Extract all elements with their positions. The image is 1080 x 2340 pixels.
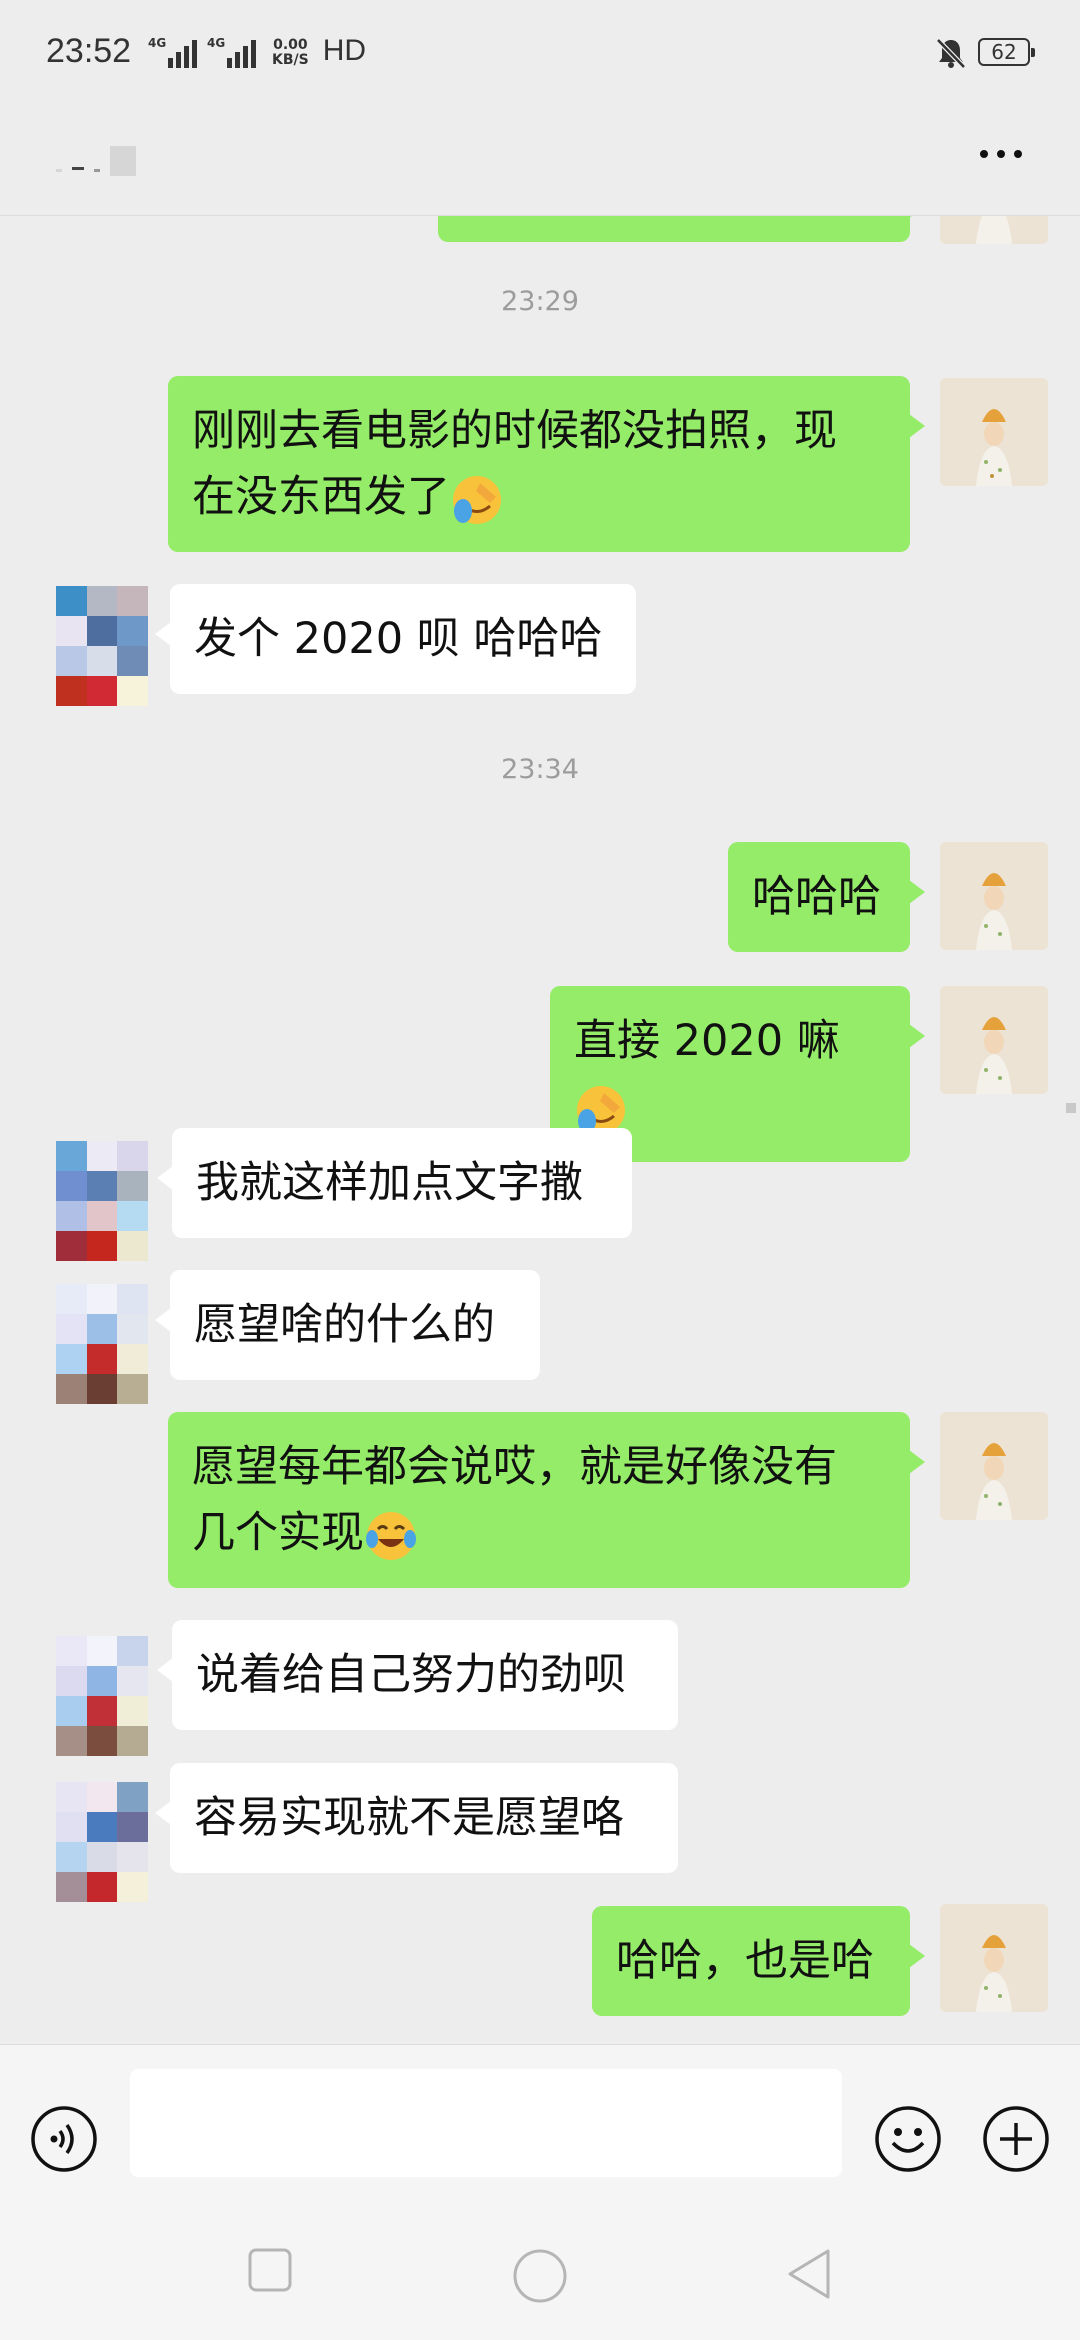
my-message-bubble[interactable]: 哈哈，也是哈 (592, 1906, 925, 2016)
plus-icon[interactable] (982, 2105, 1050, 2173)
voice-icon[interactable] (30, 2105, 98, 2173)
my-avatar[interactable] (940, 842, 1048, 950)
more-options-button[interactable] (980, 150, 1022, 158)
contact-avatar[interactable] (56, 1782, 148, 1902)
chat-title-bar (0, 110, 1080, 216)
message-text: 哈哈哈 (752, 872, 881, 922)
network-indicators: 4G 4G 0.00 KB/S HD (148, 34, 366, 68)
signal-sim2-icon: 4G (207, 36, 256, 68)
net-speed: 0.00 KB/S (272, 37, 309, 68)
contact-message-bubble[interactable]: 说着给自己努力的劲呗 (157, 1620, 678, 1730)
my-message-bubble[interactable]: 刚刚去看电影的时候都没拍照，现 在没东西发了 (168, 376, 925, 552)
avatar-image (940, 378, 1048, 486)
more-dots-icon (980, 150, 988, 158)
battery-icon: 62 (978, 38, 1035, 66)
message-bubble-partial[interactable] (438, 216, 925, 242)
message-text: 哈哈，也是哈 (616, 1936, 874, 1986)
signal-sim1-icon: 4G (148, 36, 197, 68)
message-list[interactable]: 23:29 刚刚去看电影的时候都没拍照，现 在没东西发了 发个 2020 呗 哈… (0, 216, 1080, 2044)
facepalm-emoji-icon (453, 475, 501, 524)
contact-avatar[interactable] (56, 586, 148, 706)
my-avatar[interactable] (940, 216, 1048, 244)
my-message-bubble[interactable]: 愿望每年都会说哎，就是好像没有 几个实现 (168, 1412, 925, 1588)
contact-message-bubble[interactable]: 愿望啥的什么的 (155, 1270, 540, 1380)
contact-message-bubble[interactable]: 我就这样加点文字撒 (157, 1128, 632, 1238)
message-input-bar (0, 2044, 1080, 2249)
my-message-bubble[interactable]: 哈哈哈 (728, 842, 925, 952)
message-text: 刚刚去看电影的时候都没拍照，现 (192, 406, 837, 456)
home-circle-icon[interactable] (512, 2248, 568, 2304)
message-text: 愿望啥的什么的 (194, 1300, 495, 1350)
my-avatar[interactable] (940, 986, 1048, 1094)
back-triangle-icon[interactable] (786, 2248, 832, 2300)
my-avatar[interactable] (940, 378, 1048, 486)
contact-name-obscured (56, 146, 136, 176)
message-input[interactable] (130, 2069, 842, 2177)
contact-message-bubble[interactable]: 发个 2020 呗 哈哈哈 (155, 584, 636, 694)
message-text: 在没东西发了 (192, 472, 450, 522)
scrollbar-thumb[interactable] (1066, 1103, 1076, 1113)
system-nav-bar (0, 2248, 1080, 2340)
message-text: 几个实现 (192, 1508, 364, 1558)
mute-bell-icon (936, 38, 966, 69)
hd-icon: HD (322, 34, 367, 67)
my-avatar[interactable] (940, 1904, 1048, 2012)
emoji-icon[interactable] (874, 2105, 942, 2173)
tears-of-joy-emoji-icon (366, 1511, 416, 1560)
timestamp: 23:34 (501, 754, 579, 785)
message-text: 发个 2020 呗 哈哈哈 (194, 614, 603, 664)
message-text: 直接 2020 嘛 (574, 1016, 840, 1066)
status-time: 23:52 (46, 32, 132, 70)
contact-message-bubble[interactable]: 容易实现就不是愿望咯 (155, 1763, 678, 1873)
contact-avatar[interactable] (56, 1141, 148, 1261)
status-bar: 23:52 4G 4G 0.00 KB/S HD 62 (0, 0, 1080, 110)
message-text: 容易实现就不是愿望咯 (194, 1793, 624, 1843)
message-text: 愿望每年都会说哎，就是好像没有 (192, 1442, 837, 1492)
contact-avatar[interactable] (56, 1284, 148, 1404)
timestamp: 23:29 (501, 286, 579, 317)
recents-square-icon[interactable] (248, 2248, 292, 2292)
my-avatar[interactable] (940, 1412, 1048, 1520)
message-text: 说着给自己努力的劲呗 (196, 1650, 626, 1700)
contact-avatar[interactable] (56, 1636, 148, 1756)
message-text: 我就这样加点文字撒 (196, 1158, 583, 1208)
